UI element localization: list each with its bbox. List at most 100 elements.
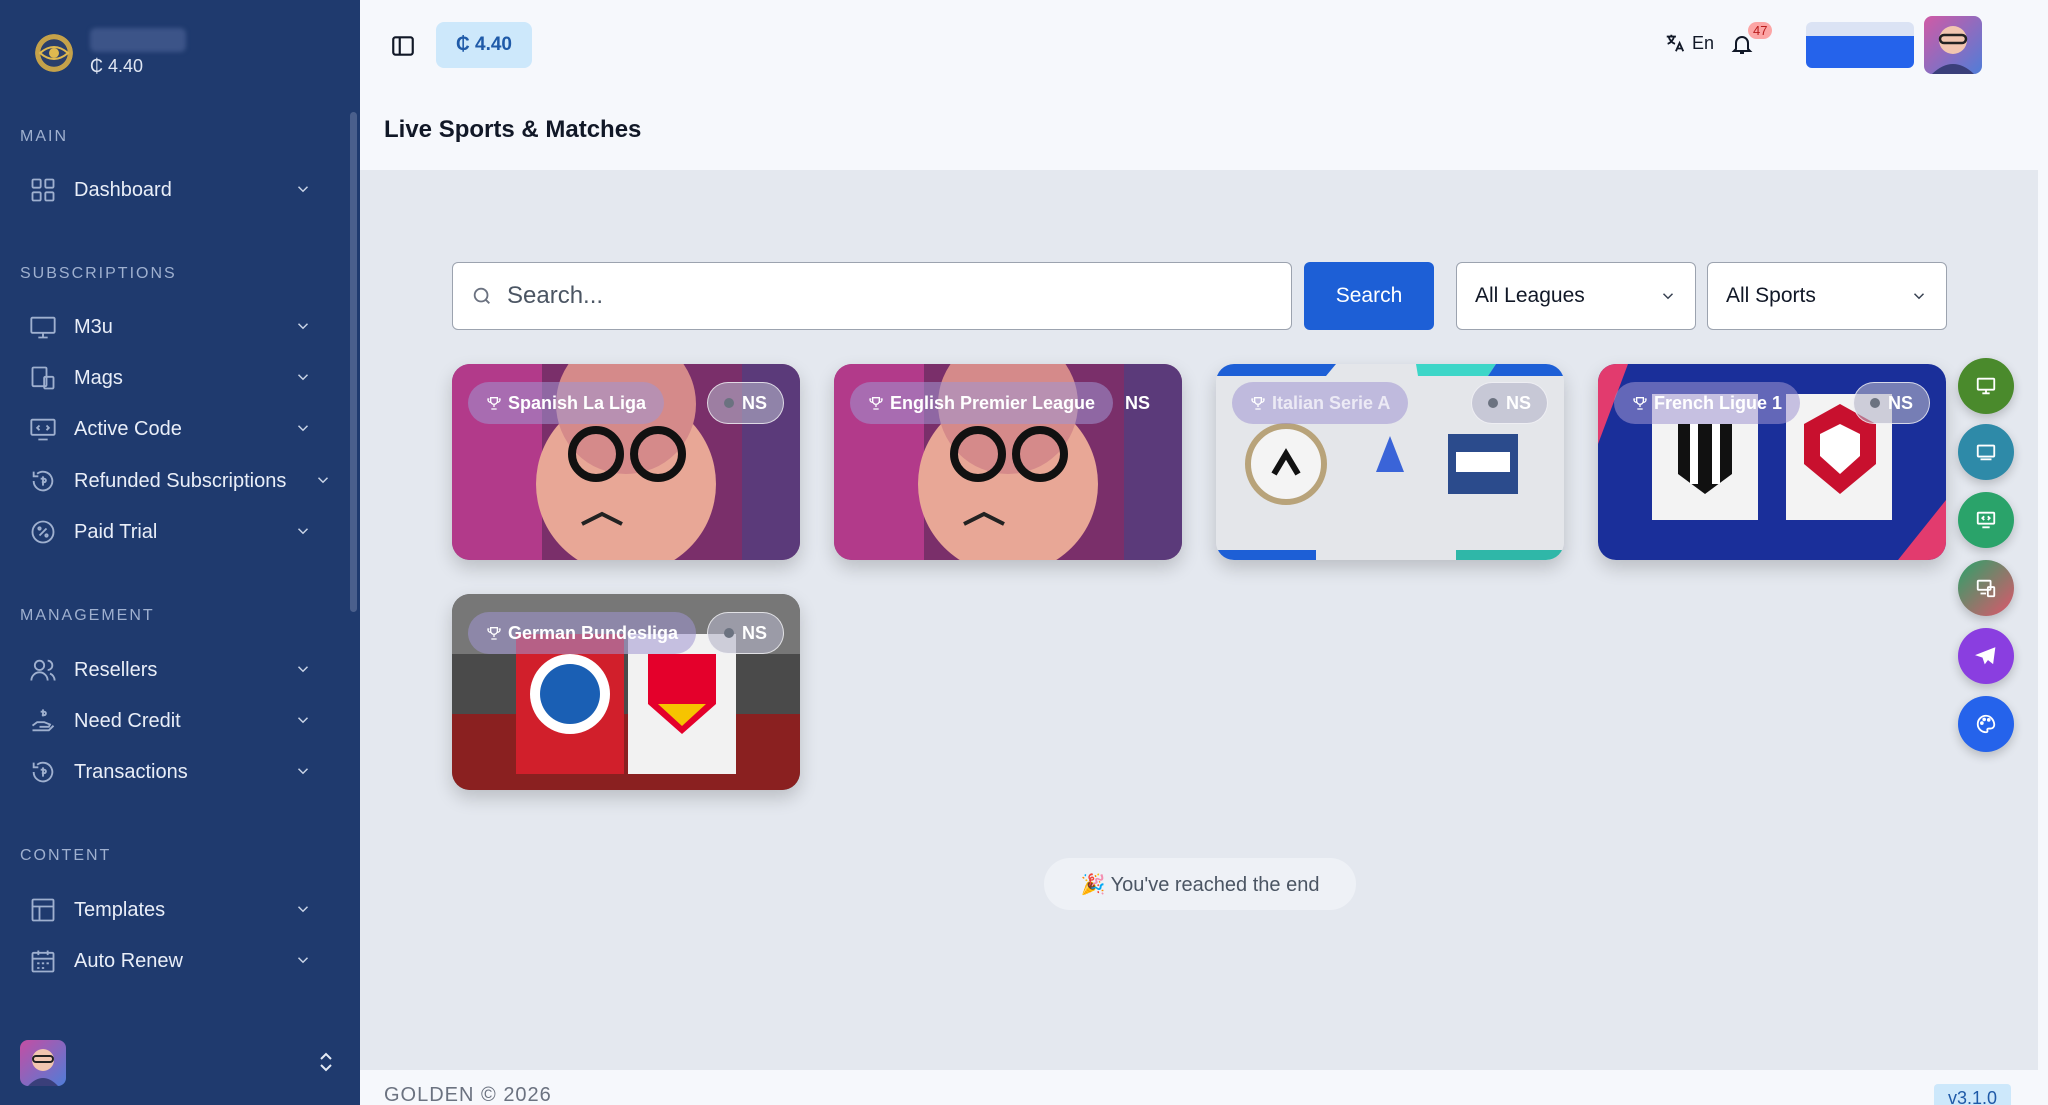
code-screen-icon (28, 414, 58, 444)
sidebar-item-refunded-subscriptions[interactable]: Refunded Subscriptions (28, 461, 348, 501)
chevron-down-icon (314, 471, 334, 491)
screen-action-button[interactable] (1958, 424, 2014, 480)
status-badge: NS (706, 612, 784, 654)
league-badge: Italian Serie A (1232, 382, 1409, 424)
sidebar-item-paid-trial[interactable]: Paid Trial (28, 512, 328, 552)
chevron-down-icon (294, 419, 314, 439)
sidebar-item-need-credit[interactable]: Need Credit (28, 701, 328, 741)
eye-logo-icon (30, 28, 78, 77)
screen-icon (1976, 444, 1996, 461)
version-badge: v3.1.0 (1934, 1084, 2012, 1105)
page-title: Live Sports & Matches (384, 116, 642, 143)
end-of-list-message: 🎉 You've reached the end (1044, 858, 1356, 910)
palette-icon (1976, 714, 1996, 734)
chevron-up-down-icon[interactable] (316, 1050, 336, 1074)
balance-badge[interactable]: ₵ 4.40 (436, 22, 532, 68)
chevron-down-icon (294, 180, 314, 200)
league-select-value: All Leagues (1475, 284, 1585, 307)
monitor-action-button[interactable] (1958, 358, 2014, 414)
section-subscriptions: SUBSCRIPTIONS (20, 265, 177, 282)
language-switcher[interactable]: En (1664, 32, 1714, 54)
sidebar-item-templates[interactable]: Templates (28, 890, 328, 930)
grid-icon (28, 175, 58, 205)
chevron-down-icon (294, 317, 314, 337)
sidebar-item-transactions[interactable]: Transactions (28, 752, 328, 792)
user-menu-button[interactable] (1806, 22, 1914, 68)
hand-coin-icon (28, 706, 58, 736)
sidebar-item-active-code[interactable]: Active Code (28, 409, 328, 449)
trophy-icon (1633, 397, 1647, 410)
chevron-down-icon (294, 660, 314, 680)
sidebar-item-label: Refunded Subscriptions (74, 469, 287, 492)
code-screen-action-button[interactable] (1958, 492, 2014, 548)
brand-credit: ₵ 4.40 (90, 56, 144, 76)
match-card[interactable]: Spanish La Liga NS (452, 364, 800, 560)
chevron-down-icon (294, 951, 314, 971)
user-avatar[interactable] (20, 1040, 66, 1086)
league-badge: English Premier League (850, 382, 1114, 424)
device-action-button[interactable] (1958, 560, 2014, 616)
sidebar-scrollbar[interactable] (350, 112, 357, 612)
sport-select[interactable]: All Sports (1707, 262, 1947, 330)
brand[interactable]: ₵ 4.40 (30, 28, 186, 77)
transaction-icon (28, 757, 58, 787)
topbar: ₵ 4.40 En 47 Live Sports & Matches (360, 0, 2038, 170)
sidebar-item-label: Dashboard (74, 178, 172, 201)
league-badge: French Ligue 1 (1614, 382, 1801, 424)
sidebar-item-label: M3u (74, 315, 113, 338)
brand-name-blurred (90, 28, 186, 52)
search-field[interactable] (452, 262, 1292, 330)
status-badge: NS (1124, 392, 1150, 413)
monitor-icon (28, 312, 58, 342)
header-avatar[interactable] (1924, 16, 1982, 74)
trophy-icon (487, 397, 501, 410)
league-badge: Spanish La Liga (468, 382, 665, 424)
status-badge: NS (1852, 382, 1930, 424)
section-content: CONTENT (20, 847, 112, 864)
sidebar-item-auto-renew[interactable]: Auto Renew (28, 941, 328, 981)
chevron-down-icon (294, 711, 314, 731)
chevron-down-icon (1659, 287, 1677, 305)
chevron-down-icon (294, 368, 314, 388)
match-card[interactable]: English Premier League NS (834, 364, 1182, 560)
sidebar-item-label: Need Credit (74, 709, 181, 732)
sidebar-item-label: Paid Trial (74, 520, 158, 543)
telegram-icon (1975, 647, 1996, 665)
sidebar-item-label: Transactions (74, 760, 188, 783)
sidebar-item-dashboard[interactable]: Dashboard (28, 170, 328, 210)
code-screen-icon (1976, 511, 1996, 529)
palette-action-button[interactable] (1958, 696, 2014, 752)
chevron-down-icon (294, 522, 314, 542)
sidebar-item-m3u[interactable]: M3u (28, 307, 328, 347)
sidebar-item-label: Auto Renew (74, 949, 183, 972)
percent-badge-icon (28, 517, 58, 547)
sidebar-item-resellers[interactable]: Resellers (28, 650, 328, 690)
notification-count: 47 (1748, 22, 1773, 39)
league-badge: German Bundesliga (468, 612, 697, 654)
match-card[interactable]: French Ligue 1 NS (1598, 364, 1946, 560)
translate-icon (1666, 34, 1685, 52)
language-label: En (1692, 32, 1715, 53)
match-card[interactable]: Italian Serie A NS (1216, 364, 1564, 560)
chevron-down-icon (294, 900, 314, 920)
search-input[interactable] (507, 282, 1267, 310)
sidebar: ₵ 4.40 MAIN Dashboard SUBSCRIPTIONS M3u … (0, 0, 360, 1105)
calendar-icon (28, 946, 58, 976)
sidebar-item-label: Resellers (74, 658, 158, 681)
section-main: MAIN (20, 128, 68, 145)
refund-icon (28, 466, 58, 496)
sidebar-item-label: Templates (74, 898, 166, 921)
league-select[interactable]: All Leagues (1456, 262, 1696, 330)
trophy-icon (487, 627, 501, 640)
sidebar-item-mags[interactable]: Mags (28, 358, 328, 398)
sport-select-value: All Sports (1726, 284, 1816, 307)
page-scrollbar[interactable] (2038, 0, 2048, 1105)
sidebar-toggle-icon[interactable] (390, 33, 418, 61)
telegram-action-button[interactable] (1958, 628, 2014, 684)
search-button[interactable]: Search (1304, 262, 1434, 330)
sidebar-item-label: Active Code (74, 417, 182, 440)
match-card[interactable]: German Bundesliga NS (452, 594, 800, 790)
status-badge: NS (706, 382, 784, 424)
chevron-down-icon (1910, 287, 1928, 305)
device-icon (28, 363, 58, 393)
